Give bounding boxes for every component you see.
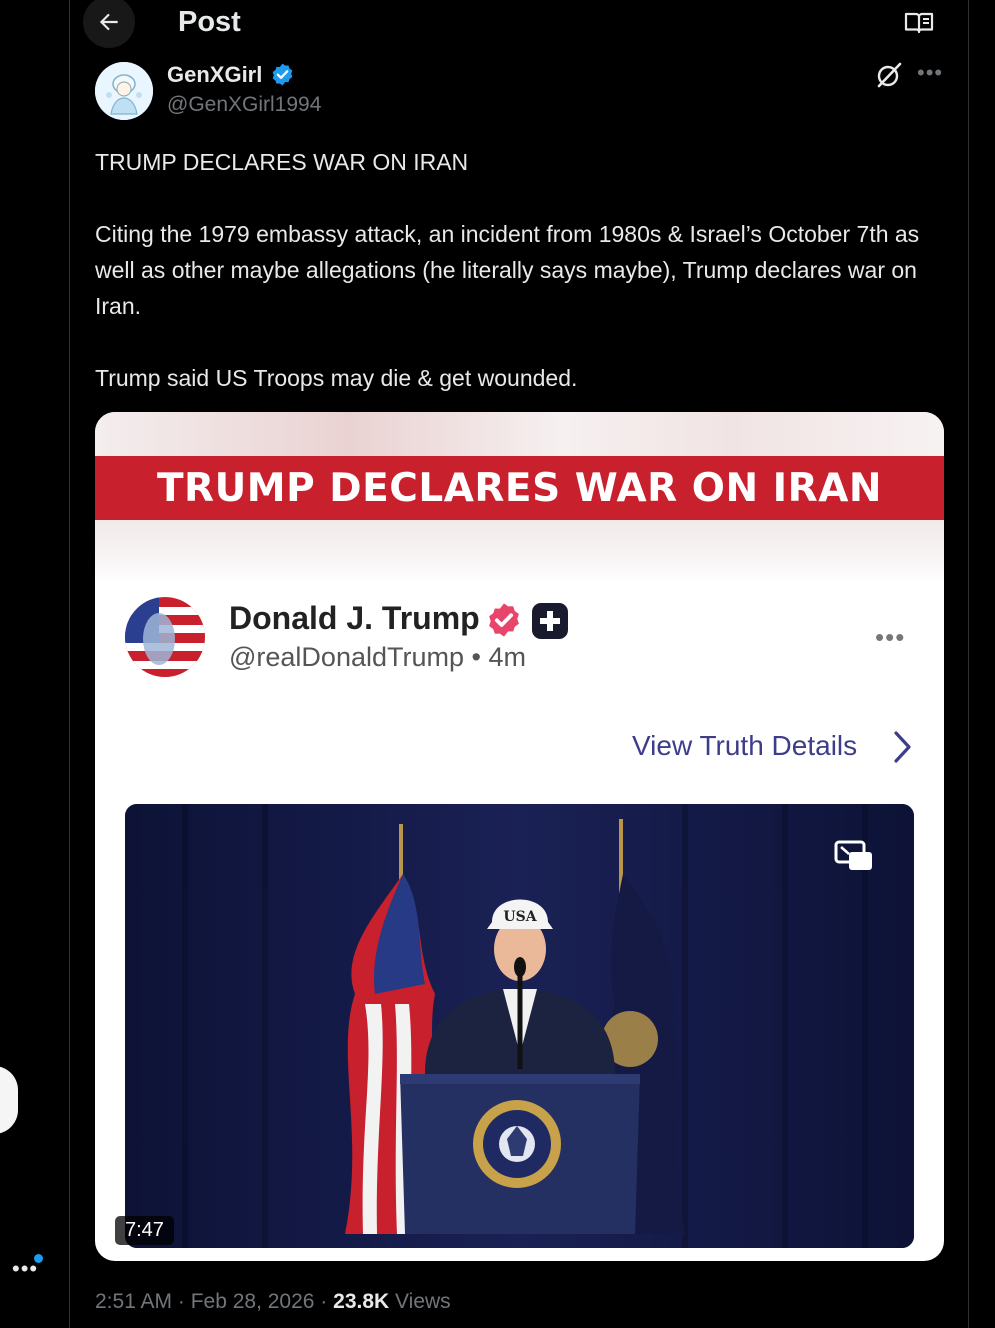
author-avatar[interactable] — [95, 62, 153, 120]
post-headline: TRUMP DECLARES WAR ON IRAN — [95, 149, 469, 175]
author-handle[interactable]: @GenXGirl1994 — [167, 93, 321, 117]
author-name[interactable]: GenXGirl — [167, 62, 262, 88]
post-paragraph: Citing the 1979 embassy attack, an incid… — [95, 221, 920, 319]
cap-text: USA — [503, 909, 537, 925]
page-title: Post — [178, 6, 241, 38]
media-top-strip — [95, 412, 944, 456]
view-truth-details-link: View Truth Details — [632, 730, 858, 761]
post-column: Post GenXGirl @GenXGirl1994 ••• TRUMP DE… — [69, 0, 969, 1328]
post-body: TRUMP DECLARES WAR ON IRAN Citing the 19… — [95, 144, 955, 396]
truth-more-icon: ••• — [875, 622, 906, 652]
media-card[interactable]: TRUMP DECLARES WAR ON IRAN Donald J. Tru… — [95, 412, 944, 1261]
post-meta: 2:51 AM · Feb 28, 2026 · 23.8K Views — [95, 1290, 451, 1314]
back-arrow-icon — [99, 13, 118, 31]
nav-circle-button[interactable] — [0, 1066, 18, 1134]
back-button[interactable] — [83, 0, 135, 48]
video-frame: USA — [125, 804, 914, 1248]
chevron-right-icon — [891, 728, 915, 771]
nav-more-icon[interactable]: ••• — [12, 1258, 38, 1280]
truth-author-avatar — [125, 597, 205, 677]
verified-badge-icon — [270, 62, 295, 92]
left-nav-rail: ••• — [0, 0, 69, 1328]
truth-verified-icon — [485, 601, 523, 644]
views-count: 23.8K — [333, 1290, 390, 1313]
truth-handle: @realDonaldTrump • 4m — [229, 642, 526, 672]
post-timestamp[interactable]: 2:51 AM · Feb 28, 2026 · — [95, 1290, 333, 1313]
under-banner-strip — [95, 520, 944, 582]
truth-author-name: Donald J. Trump — [229, 600, 480, 636]
truth-plus-icon — [531, 602, 569, 645]
more-options-icon[interactable]: ••• — [917, 60, 943, 86]
picture-in-picture-icon[interactable] — [833, 838, 875, 879]
video-duration: 7:47 — [115, 1216, 174, 1245]
post-paragraph: Trump said US Troops may die & get wound… — [95, 365, 578, 391]
notification-dot — [34, 1254, 43, 1263]
media-banner: TRUMP DECLARES WAR ON IRAN — [95, 456, 944, 520]
media-banner-text: TRUMP DECLARES WAR ON IRAN — [156, 465, 883, 511]
grok-icon[interactable] — [875, 61, 903, 94]
video-player[interactable]: USA — [125, 804, 914, 1248]
views-label: Views — [389, 1290, 451, 1313]
reader-mode-icon[interactable] — [904, 10, 934, 41]
